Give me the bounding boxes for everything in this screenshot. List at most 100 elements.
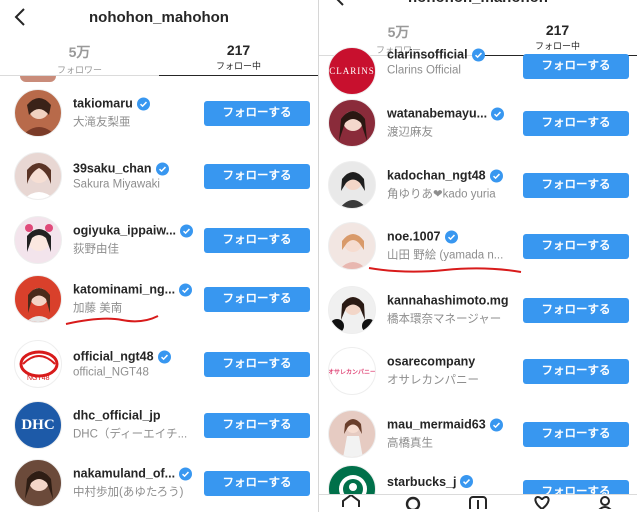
full-name: 荻野由佳 (73, 243, 119, 256)
left-screenshot: nohohon_mahohon 5万 フォロワー 217 フォロー中 takio… (0, 0, 318, 512)
avatar[interactable] (328, 410, 376, 458)
follow-button[interactable]: フォローする (204, 100, 310, 126)
verified-badge-icon (179, 283, 193, 296)
list-item: 39saku_chan Sakura Miyawaki フォローする (0, 145, 318, 207)
username[interactable]: nakamuland_of... (73, 467, 175, 481)
username[interactable]: dhc_official_jp (73, 409, 161, 423)
osare-logo-text: オサレカンパニー (328, 369, 376, 376)
user-info: starbucks_j (387, 475, 517, 489)
follow-button[interactable]: フォローする (523, 233, 629, 259)
full-name: 渡辺麻友 (387, 126, 433, 139)
username[interactable]: ogiyuka_ippaiw... (73, 224, 176, 238)
back-arrow-icon[interactable] (10, 7, 30, 27)
verified-badge-icon (155, 162, 169, 175)
user-info: takiomaru 大滝友梨亜 (73, 97, 205, 130)
header-username: nohohon_mahohon (89, 8, 229, 26)
verified-badge-icon (489, 418, 503, 431)
list-item: mau_mermaid63 高橋真生 フォローする (319, 403, 637, 465)
username[interactable]: kannahashimoto.mg (387, 294, 509, 308)
verified-badge-icon (460, 475, 474, 489)
tab-followers[interactable]: 5万 フォロワー (0, 36, 159, 75)
tab-following[interactable]: 217 フォロー中 (159, 36, 318, 76)
follow-button[interactable]: フォローする (523, 172, 629, 198)
avatar[interactable]: NGT48 (14, 340, 62, 388)
avatar[interactable] (14, 152, 62, 200)
username[interactable]: official_ngt48 (73, 350, 154, 364)
follow-button[interactable]: フォローする (523, 110, 629, 136)
follow-button[interactable]: フォローする (204, 470, 310, 496)
list-item: オサレカンパニー osarecompany オサレカンパニー フォローする (319, 340, 637, 402)
user-info: osarecompany オサレカンパニー (387, 355, 517, 388)
full-name: Sakura Miyawaki (73, 178, 160, 191)
avatar[interactable] (328, 286, 376, 334)
avatar[interactable]: CLARINS (328, 47, 376, 95)
follow-button[interactable]: フォローする (204, 163, 310, 189)
full-name: Clarins Official (387, 64, 461, 77)
avatar[interactable] (14, 459, 62, 507)
follow-button[interactable]: フォローする (204, 286, 310, 312)
heart-icon[interactable] (531, 495, 553, 512)
full-name: 高橋真生 (387, 437, 433, 450)
list-item: ogiyuka_ippaiw... 荻野由佳 フォローする (0, 209, 318, 271)
follow-button[interactable]: フォローする (523, 358, 629, 384)
verified-badge-icon (136, 97, 150, 110)
username[interactable]: 39saku_chan (73, 162, 152, 176)
list-item: kadochan_ngt48 角ゆりあ❤kado yuria フォローする (319, 154, 637, 216)
avatar[interactable] (328, 99, 376, 147)
username[interactable]: noe.1007 (387, 230, 441, 244)
profile-header: nohohon_mahohon (0, 0, 318, 34)
user-info: noe.1007 山田 野絵 (yamada n... (387, 230, 517, 263)
username[interactable]: katominami_ng... (73, 283, 175, 297)
follow-button[interactable]: フォローする (523, 297, 629, 323)
username[interactable]: kadochan_ngt48 (387, 169, 486, 183)
user-info: official_ngt48 official_NGT48 (73, 350, 205, 379)
follow-button[interactable]: フォローする (523, 421, 629, 447)
verified-badge-icon (489, 169, 503, 182)
avatar[interactable]: DHC (14, 401, 62, 449)
follow-button[interactable]: フォローする (204, 227, 310, 253)
full-name: 大滝友梨亜 (73, 116, 131, 129)
followers-count: 5万 (68, 44, 91, 60)
follow-button[interactable]: フォローする (204, 412, 310, 438)
username[interactable]: starbucks_j (387, 475, 456, 489)
list-item: katominami_ng... 加藤 美南 フォローする (0, 268, 318, 330)
followers-count: 5万 (387, 24, 410, 40)
username[interactable]: clarinsofficial (387, 48, 468, 62)
follow-button[interactable]: フォローする (523, 54, 629, 79)
username[interactable]: watanabemayu... (387, 107, 487, 121)
user-info: nakamuland_of... 中村歩加(あゆたろう) (73, 467, 205, 500)
username[interactable]: mau_mermaid63 (387, 418, 486, 432)
following-count: 217 (545, 22, 570, 38)
following-label: フォロー中 (215, 61, 261, 71)
follow-button[interactable]: フォローする (204, 351, 310, 377)
header-username: nohohon_mahohon (408, 0, 548, 6)
profile-icon[interactable] (594, 495, 616, 512)
avatar[interactable] (328, 222, 376, 270)
avatar[interactable] (14, 89, 62, 137)
avatar[interactable]: オサレカンパニー (328, 347, 376, 395)
username[interactable]: osarecompany (387, 355, 475, 369)
verified-badge-icon (179, 467, 193, 480)
search-icon[interactable] (403, 495, 425, 512)
list-item: NGT48 official_ngt48 official_NGT48 フォロー… (0, 333, 318, 395)
avatar[interactable] (14, 216, 62, 264)
user-info: mau_mermaid63 高橋真生 (387, 418, 517, 451)
verified-badge-icon (471, 48, 485, 62)
home-icon[interactable] (340, 495, 362, 512)
username[interactable]: takiomaru (73, 97, 133, 111)
full-name: 中村歩加(あゆたろう) (73, 486, 184, 499)
verified-badge-icon (180, 224, 194, 237)
list-item: noe.1007 山田 野絵 (yamada n... フォローする (319, 215, 637, 277)
back-arrow-icon[interactable] (329, 0, 349, 7)
user-info: watanabemayu... 渡辺麻友 (387, 107, 517, 140)
avatar[interactable] (14, 275, 62, 323)
add-post-icon[interactable] (467, 495, 489, 512)
avatar[interactable] (328, 161, 376, 209)
list-item: watanabemayu... 渡辺麻友 フォローする (319, 92, 637, 154)
full-name: DHC（ディーエイチ... (73, 428, 188, 441)
user-info: 39saku_chan Sakura Miyawaki (73, 162, 205, 191)
full-name: 山田 野絵 (yamada n... (387, 249, 504, 262)
following-count: 217 (226, 42, 251, 58)
list-item: nakamuland_of... 中村歩加(あゆたろう) フォローする (0, 452, 318, 512)
svg-text:NGT48: NGT48 (27, 375, 50, 382)
